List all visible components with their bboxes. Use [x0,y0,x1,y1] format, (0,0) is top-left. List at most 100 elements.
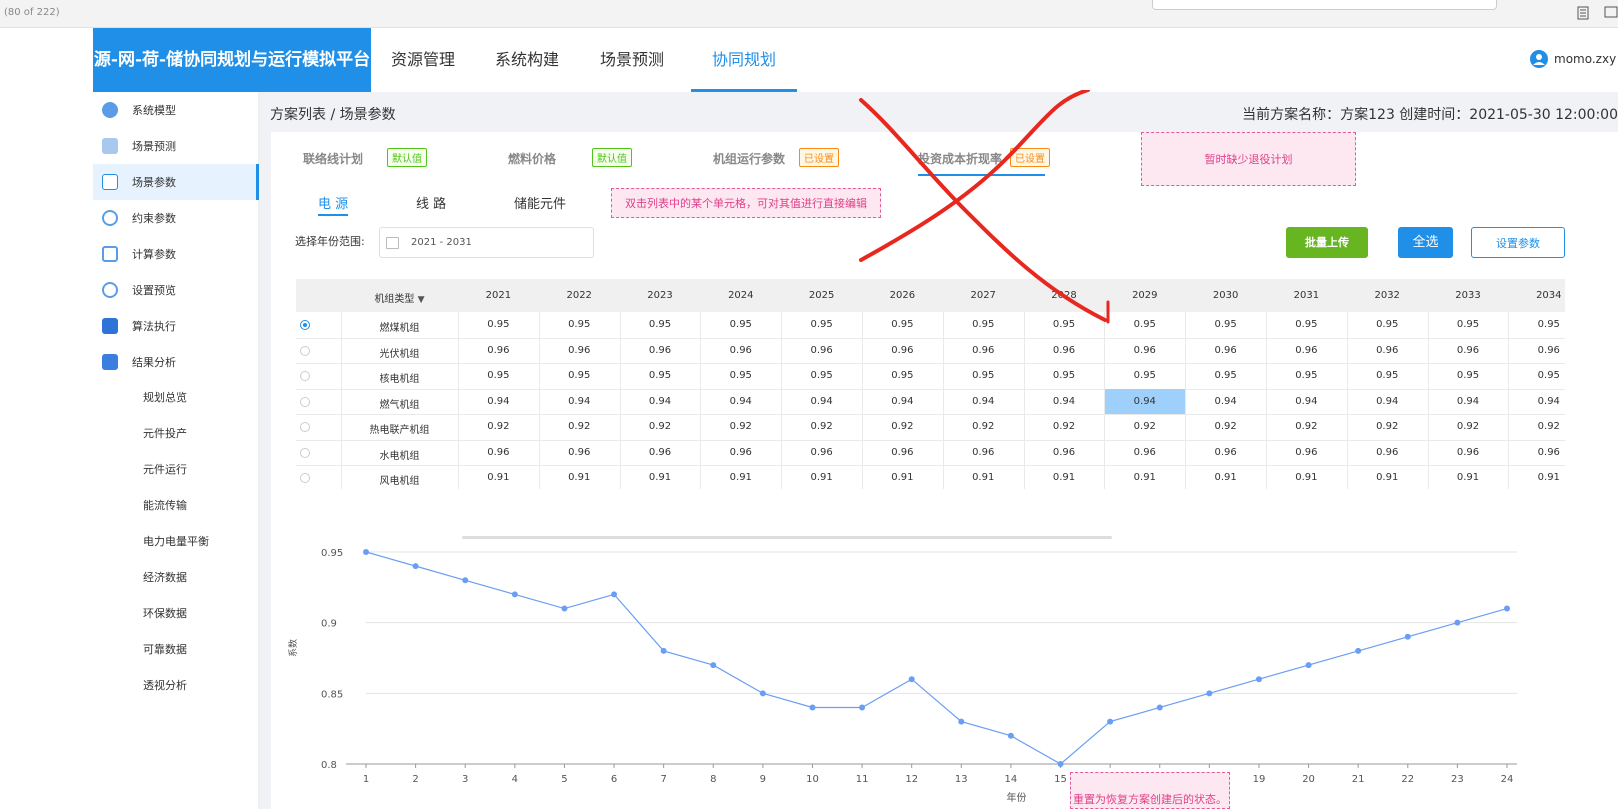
table-cell[interactable]: 0.92 [700,421,781,432]
subtab-power-source[interactable]: 电 源 [318,193,349,216]
table-cell[interactable]: 0.91 [1266,472,1347,483]
table-cell[interactable]: 0.96 [862,345,943,356]
tab-resource-management[interactable]: 资源管理 [371,28,475,92]
table-cell[interactable]: 0.96 [1185,345,1266,356]
table-cell[interactable]: 0.95 [539,319,620,330]
select-all-button[interactable]: 全选 [1398,227,1453,258]
table-cell[interactable]: 0.94 [1428,396,1509,407]
column-header-year[interactable]: 2034 [1508,290,1565,301]
table-cell[interactable]: 0.95 [1266,370,1347,381]
tab-scenario-forecast[interactable]: 场景预测 [579,28,685,92]
subtab-storage[interactable]: 储能元件 [514,193,566,212]
tab-collaborative-planning[interactable]: 协同规划 [691,28,797,92]
comment-icon[interactable] [1604,6,1618,20]
table-cell[interactable]: 0.96 [700,345,781,356]
table-cell[interactable]: 0.95 [1024,370,1105,381]
batch-upload-button[interactable]: 批量上传 [1286,227,1368,258]
table-cell[interactable]: 0.95 [539,370,620,381]
table-cell[interactable]: 0.95 [1428,319,1509,330]
sidebar-sub-item[interactable]: 环保数据 [143,596,187,632]
sidebar-sub-item[interactable]: 规划总览 [143,380,187,416]
table-cell[interactable]: 0.91 [1347,472,1428,483]
column-header-year[interactable]: 2030 [1185,290,1266,301]
table-cell[interactable]: 0.96 [458,345,539,356]
table-cell[interactable]: 0.96 [1428,447,1509,458]
document-icon[interactable] [1576,6,1590,20]
table-cell[interactable]: 0.92 [1185,421,1266,432]
table-cell[interactable]: 0.95 [862,319,943,330]
column-header-year[interactable]: 2026 [862,290,943,301]
table-cell[interactable]: 0.94 [1024,396,1105,407]
table-cell[interactable]: 0.96 [620,447,701,458]
table-cell[interactable]: 0.96 [1347,447,1428,458]
row-select-radio[interactable] [300,371,310,381]
table-cell[interactable]: 0.96 [862,447,943,458]
column-header-year[interactable]: 2021 [458,290,539,301]
table-cell[interactable]: 0.95 [1104,319,1185,330]
subtab-line[interactable]: 线 路 [416,193,446,212]
table-cell[interactable]: 0.95 [700,319,781,330]
table-cell[interactable]: 0.95 [1185,319,1266,330]
table-cell[interactable]: 0.92 [1508,421,1565,432]
table-cell[interactable]: 0.95 [458,370,539,381]
table-cell[interactable]: 0.95 [1428,370,1509,381]
table-cell[interactable]: 0.96 [781,345,862,356]
column-header-year[interactable]: 2027 [943,290,1024,301]
sidebar-item-system-model[interactable]: 系统模型 [93,92,259,128]
set-params-button[interactable]: 设置参数 [1471,227,1565,258]
table-cell[interactable]: 0.92 [458,421,539,432]
table-cell[interactable]: 0.91 [781,472,862,483]
column-header-year[interactable]: 2029 [1104,290,1185,301]
table-cell[interactable]: 0.92 [781,421,862,432]
table-cell[interactable]: 0.94 [943,396,1024,407]
sidebar-sub-item[interactable]: 电力电量平衡 [143,524,209,560]
table-cell[interactable]: 0.96 [943,345,1024,356]
table-cell[interactable]: 0.92 [1347,421,1428,432]
table-cell[interactable]: 0.96 [539,447,620,458]
table-cell[interactable]: 0.96 [1428,345,1509,356]
table-cell[interactable]: 0.95 [1266,319,1347,330]
sidebar-sub-item[interactable]: 元件投产 [143,416,187,452]
sidebar-item-algorithm-run[interactable]: 算法执行 [93,308,259,344]
table-cell[interactable]: 0.92 [943,421,1024,432]
column-header-year[interactable]: 2024 [700,290,781,301]
table-cell[interactable]: 0.95 [620,319,701,330]
param-tab-discount-rate[interactable]: 投资成本折现率 [918,150,1002,167]
table-cell[interactable]: 0.91 [1428,472,1509,483]
param-tab-fuel-price[interactable]: 燃料价格 [508,150,556,167]
user-menu[interactable]: momo.zxy [1530,50,1616,68]
column-header-year[interactable]: 2023 [620,290,701,301]
column-header-unit-type[interactable]: 机组类型 ▼ [341,290,458,305]
table-cell[interactable]: 0.96 [1266,447,1347,458]
column-header-year[interactable]: 2032 [1347,290,1428,301]
table-cell[interactable]: 0.94 [1104,396,1185,407]
sidebar-sub-item[interactable]: 元件运行 [143,452,187,488]
sidebar-sub-item[interactable]: 经济数据 [143,560,187,596]
param-tab-tie-line[interactable]: 联络线计划 [303,150,363,167]
find-box[interactable] [1152,0,1497,10]
table-cell[interactable]: 0.95 [1508,370,1565,381]
sidebar-item-result-analysis[interactable]: 结果分析 [93,344,259,380]
table-cell[interactable]: 0.91 [1024,472,1105,483]
table-cell[interactable]: 0.92 [862,421,943,432]
table-cell[interactable]: 0.91 [862,472,943,483]
table-cell[interactable]: 0.91 [620,472,701,483]
table-cell[interactable]: 0.96 [539,345,620,356]
sidebar-item-calc-params[interactable]: 计算参数 [93,236,259,272]
sidebar-item-scenario-params[interactable]: 场景参数 [93,164,259,200]
table-cell[interactable]: 0.94 [620,396,701,407]
column-header-year[interactable]: 2033 [1428,290,1509,301]
table-cell[interactable]: 0.96 [1347,345,1428,356]
column-header-year[interactable]: 2028 [1024,290,1105,301]
table-cell[interactable]: 0.94 [862,396,943,407]
table-cell[interactable]: 0.95 [1508,319,1565,330]
table-cell[interactable]: 0.95 [1347,370,1428,381]
table-cell[interactable]: 0.94 [700,396,781,407]
sidebar-sub-item[interactable]: 可靠数据 [143,632,187,668]
column-header-year[interactable]: 2031 [1266,290,1347,301]
sidebar-item-preview[interactable]: 设置预览 [93,272,259,308]
column-header-year[interactable]: 2025 [781,290,862,301]
table-cell[interactable]: 0.96 [700,447,781,458]
table-cell[interactable]: 0.94 [1185,396,1266,407]
row-select-radio[interactable] [300,422,310,432]
